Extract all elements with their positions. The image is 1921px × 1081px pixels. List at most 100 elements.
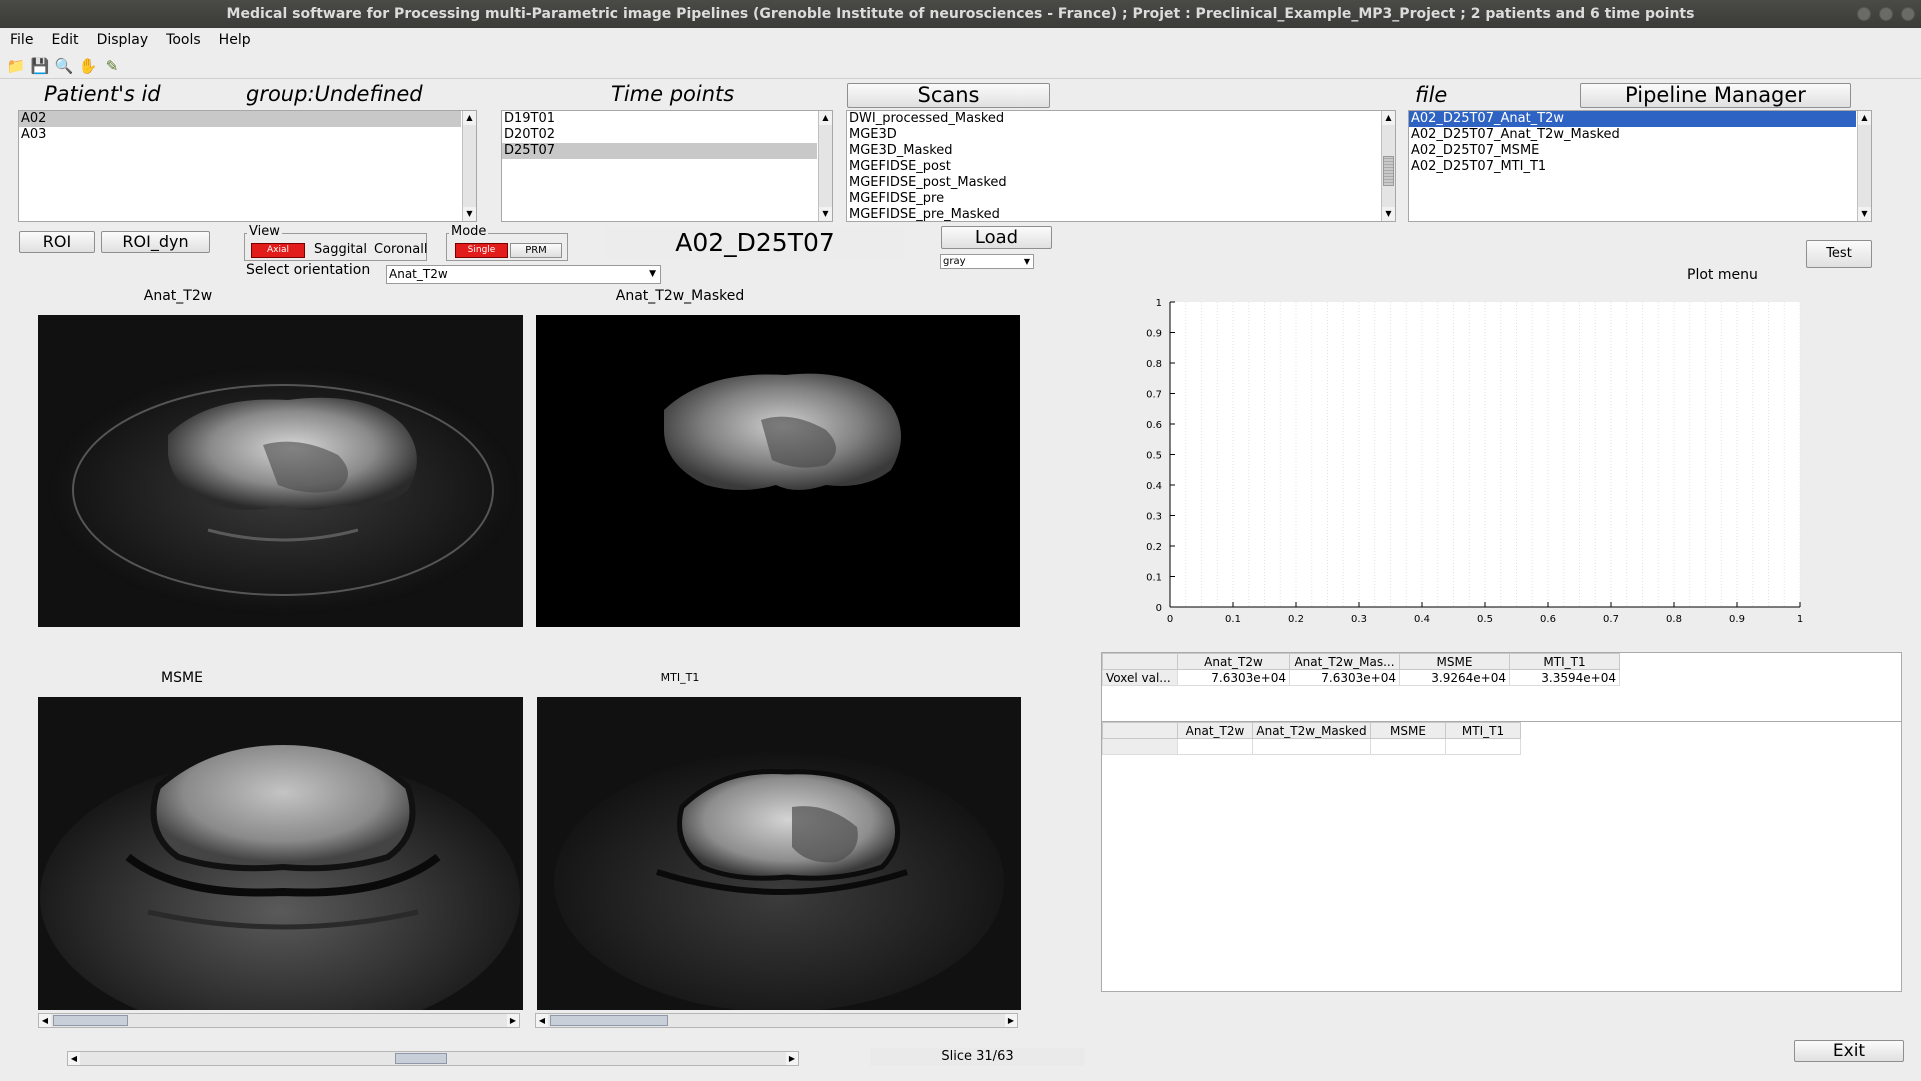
single-mode-button[interactable]: Single [455,243,508,258]
list-item-scan[interactable]: MGEFIDSE_post_Masked [847,175,1395,191]
menu-display[interactable]: Display [97,32,149,48]
scans-list-scrollbar[interactable]: ▲ ▼ [1381,111,1395,221]
load-button[interactable]: Load [941,226,1052,249]
files-list[interactable]: A02_D25T07_Anat_T2w A02_D25T07_Anat_T2w_… [1408,110,1872,222]
scroll-up-icon[interactable]: ▲ [1382,111,1395,125]
roi-button[interactable]: ROI [19,231,95,253]
list-item-timepoint[interactable]: D19T01 [502,111,832,127]
table-cell[interactable] [1252,738,1371,755]
scans-button[interactable]: Scans [847,83,1050,108]
scroll-left-icon[interactable]: ◀ [536,1014,548,1027]
menu-help[interactable]: Help [219,32,251,48]
prm-mode-button[interactable]: PRM [510,243,562,258]
scroll-right-icon[interactable]: ▶ [786,1052,798,1065]
list-item-patient-a03[interactable]: A03 [19,127,476,143]
open-folder-icon[interactable]: 📁 [6,56,26,76]
list-item-file[interactable]: A02_D25T07_MSME [1409,143,1871,159]
scroll-up-icon[interactable]: ▲ [463,111,476,125]
scroll-thumb[interactable] [53,1015,128,1026]
table-cell[interactable]: 3.9264e+04 [1399,669,1510,686]
axial-button[interactable]: Axial [251,243,305,258]
table-header[interactable]: Anat_T2w_Masked [1252,722,1371,739]
data-cursor-icon[interactable]: ✎ [102,56,122,76]
table-cell[interactable]: 7.6303e+04 [1289,669,1400,686]
patient-list-scrollbar[interactable]: ▲ ▼ [462,111,476,221]
image-panel-anat-t2w[interactable] [38,315,523,627]
scroll-down-icon[interactable]: ▼ [1858,207,1871,221]
table-row-header [1102,738,1178,755]
image-panel-mti-t1[interactable] [537,697,1021,1010]
table-cell[interactable] [1370,738,1446,755]
image-panel-anat-t2w-masked[interactable] [536,315,1020,627]
table-header[interactable]: Anat_T2w [1177,722,1253,739]
list-item-scan[interactable]: DWI_processed_Masked [847,111,1395,127]
close-button[interactable] [1901,7,1915,21]
voxel-values-table[interactable]: Anat_T2w Anat_T2w_Mas... MSME MTI_T1 Vox… [1101,652,1902,722]
scroll-left-icon[interactable]: ◀ [39,1014,51,1027]
list-item-timepoint[interactable]: D20T02 [502,127,832,143]
list-item-file[interactable]: A02_D25T07_MTI_T1 [1409,159,1871,175]
list-item-scan[interactable]: MGEFIDSE_post [847,159,1395,175]
table-cell[interactable]: 7.6303e+04 [1177,669,1290,686]
coronall-button[interactable]: Coronall [374,242,427,257]
files-list-scrollbar[interactable]: ▲ ▼ [1857,111,1871,221]
patient-list[interactable]: A02 A03 ▲ ▼ [18,110,477,222]
scans-list[interactable]: DWI_processed_Masked MGE3D MGE3D_Masked … [846,110,1396,222]
table-header[interactable]: MSME [1399,653,1510,670]
colormap-dropdown[interactable]: gray ▼ [940,254,1034,269]
scroll-right-icon[interactable]: ▶ [1005,1014,1017,1027]
list-item-scan[interactable]: MGE3D_Masked [847,143,1395,159]
menu-tools[interactable]: Tools [166,32,201,48]
minimize-button[interactable] [1857,7,1871,21]
save-icon[interactable]: 💾 [30,56,50,76]
roi-dyn-button[interactable]: ROI_dyn [101,231,210,253]
scroll-thumb[interactable] [550,1015,668,1026]
plot-menu-label: Plot menu [1687,267,1758,283]
scroll-down-icon[interactable]: ▼ [819,207,832,221]
list-item-patient-a02[interactable]: A02 [19,111,461,127]
time-points-scrollbar[interactable]: ▲ ▼ [818,111,832,221]
table-header[interactable]: Anat_T2w [1177,653,1290,670]
menu-edit[interactable]: Edit [51,32,78,48]
table-cell[interactable] [1445,738,1521,755]
menu-file[interactable]: File [10,32,33,48]
table-cell[interactable] [1177,738,1253,755]
scroll-down-icon[interactable]: ▼ [1382,207,1395,221]
image-panel-msme[interactable] [38,697,523,1010]
group-header: group:Undefined [246,82,423,106]
test-button[interactable]: Test [1806,240,1872,268]
table-header[interactable]: Anat_T2w_Mas... [1289,653,1400,670]
scroll-left-icon[interactable]: ◀ [68,1052,80,1065]
orientation-dropdown[interactable]: Anat_T2w ▼ [386,265,661,284]
list-item-file-selected[interactable]: A02_D25T07_Anat_T2w [1409,111,1856,127]
list-item-timepoint-selected[interactable]: D25T07 [502,143,817,159]
image-scrollbar-left[interactable]: ◀ ▶ [38,1013,520,1028]
table-header[interactable]: MSME [1370,722,1446,739]
roi-values-table[interactable]: Anat_T2w Anat_T2w_Masked MSME MTI_T1 [1101,721,1902,992]
list-item-scan[interactable]: MGEFIDSE_pre [847,191,1395,207]
x-tick-label: 0.4 [1414,614,1430,625]
exit-button[interactable]: Exit [1794,1040,1904,1062]
maximize-button[interactable] [1879,7,1893,21]
time-points-list[interactable]: D19T01 D20T02 D25T07 ▲ ▼ [501,110,833,222]
slice-slider-thumb[interactable] [395,1053,447,1064]
table-header[interactable]: MTI_T1 [1509,653,1620,670]
scroll-up-icon[interactable]: ▲ [1858,111,1871,125]
scroll-thumb[interactable] [1383,156,1394,186]
pipeline-manager-button[interactable]: Pipeline Manager [1580,83,1851,108]
list-item-scan[interactable]: MGEFIDSE_pre_Masked [847,207,1395,221]
x-tick-label: 0.8 [1666,614,1682,625]
list-item-file[interactable]: A02_D25T07_Anat_T2w_Masked [1409,127,1871,143]
pan-hand-icon[interactable]: ✋ [78,56,98,76]
table-header[interactable]: MTI_T1 [1445,722,1521,739]
scroll-down-icon[interactable]: ▼ [463,207,476,221]
image-scrollbar-right[interactable]: ◀ ▶ [535,1013,1018,1028]
list-item-scan[interactable]: MGE3D [847,127,1395,143]
saggital-button[interactable]: Saggital [314,242,367,257]
scroll-up-icon[interactable]: ▲ [819,111,832,125]
table-cell[interactable]: 3.3594e+04 [1509,669,1620,686]
slice-slider[interactable]: ◀ ▶ [67,1051,799,1066]
plot-axes[interactable]: 0 0.1 0.2 0.3 0.4 0.5 0.6 0.7 0.8 0.9 1 0 0.1 0.2 0.3 0… [1120,290,1820,630]
scroll-right-icon[interactable]: ▶ [507,1014,519,1027]
zoom-icon[interactable]: 🔍 [54,56,74,76]
